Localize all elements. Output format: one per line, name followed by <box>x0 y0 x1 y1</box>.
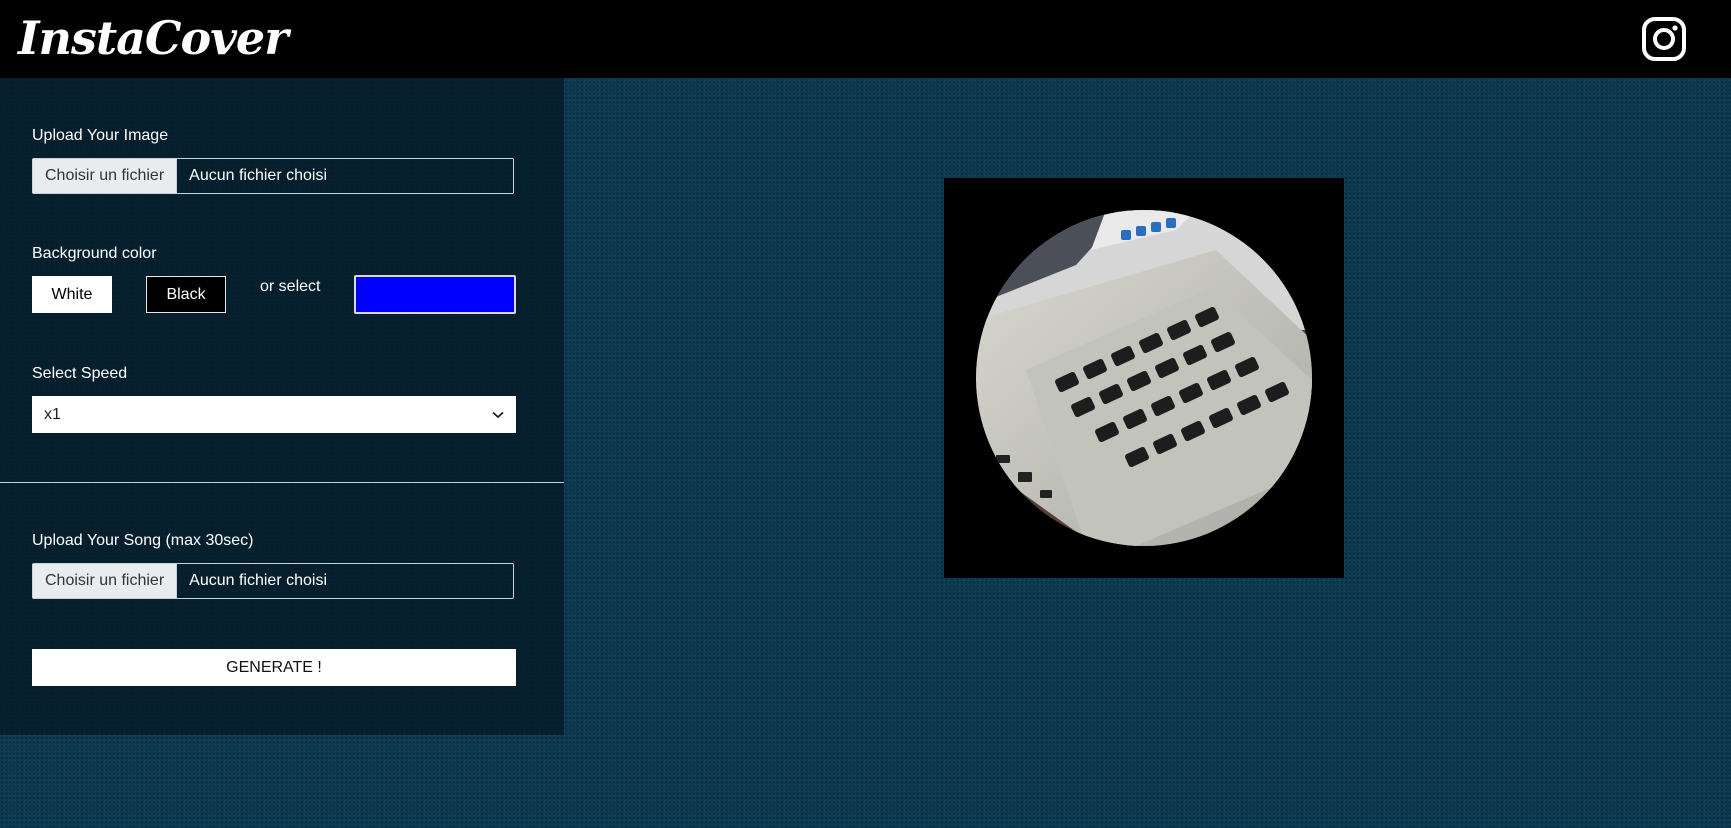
speed-value: x1 <box>44 405 61 423</box>
settings-panel: Upload Your Image Choisir un fichier Auc… <box>0 78 564 735</box>
white-color-button[interactable]: White <box>32 276 112 313</box>
top-bar: InstaCover <box>0 0 1731 78</box>
black-color-button[interactable]: Black <box>146 276 226 313</box>
image-choose-file-button[interactable]: Choisir un fichier <box>33 159 178 193</box>
preview-image <box>976 210 1312 546</box>
image-file-status: Aucun fichier choisi <box>189 167 327 184</box>
speed-label: Select Speed <box>32 365 128 382</box>
song-file-status: Aucun fichier choisi <box>189 572 327 589</box>
speed-select[interactable]: x1 <box>32 396 516 433</box>
song-choose-file-button[interactable]: Choisir un fichier <box>33 564 178 598</box>
laptop-photo <box>976 210 1312 546</box>
instagram-icon[interactable] <box>1641 16 1687 62</box>
color-picker[interactable] <box>354 275 516 314</box>
song-upload-label: Upload Your Song (max 30sec) <box>32 532 254 549</box>
section-divider <box>0 482 564 483</box>
background-color-label: Background color <box>32 245 157 262</box>
chevron-down-icon <box>492 411 504 418</box>
image-upload-label: Upload Your Image <box>32 127 169 144</box>
generate-button[interactable]: GENERATE ! <box>32 649 516 686</box>
song-file-input[interactable]: Choisir un fichier Aucun fichier choisi <box>32 563 514 599</box>
image-file-input[interactable]: Choisir un fichier Aucun fichier choisi <box>32 158 514 194</box>
or-select-text: or select <box>260 278 321 295</box>
app-logo[interactable]: InstaCover <box>18 6 288 70</box>
cover-preview <box>944 178 1344 578</box>
